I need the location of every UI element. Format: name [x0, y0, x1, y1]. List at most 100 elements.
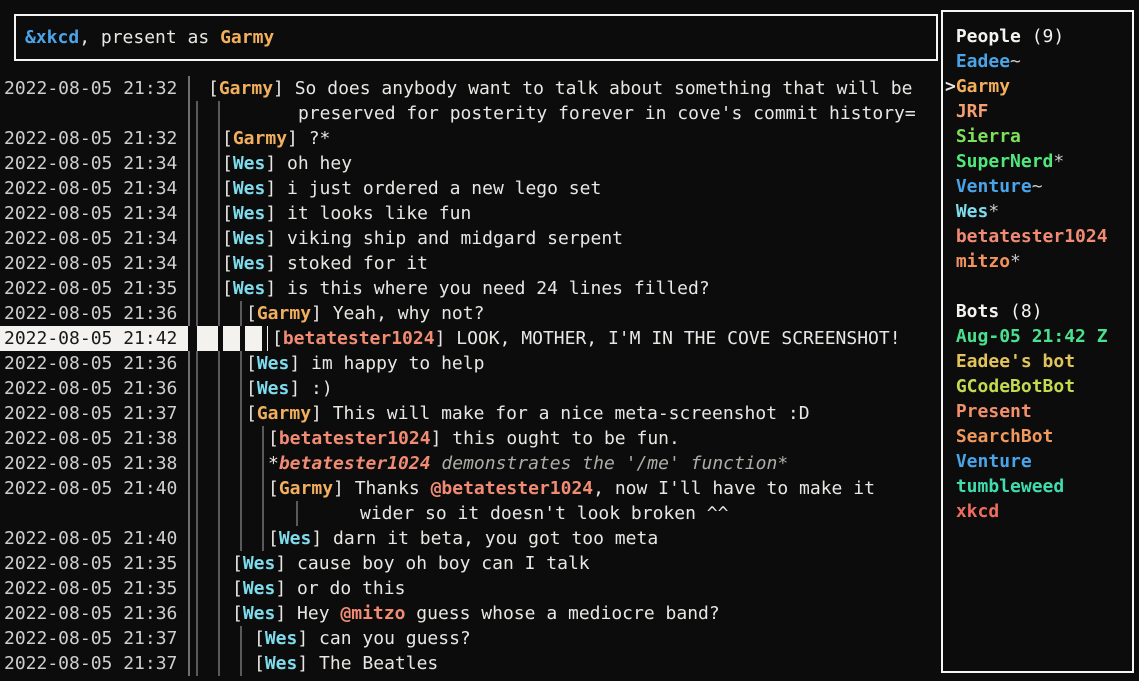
person-item[interactable]: >Garmy [945, 74, 1132, 99]
chat-row-selected[interactable]: 2022-08-05 21:42[betatester1024] LOOK, M… [0, 326, 939, 351]
chat-row[interactable]: 2022-08-05 21:34[Wes] stoked for it [0, 251, 939, 276]
nick-bracket: [ [232, 578, 243, 599]
bot-item[interactable]: Venture [945, 449, 1132, 474]
bot-item[interactable]: Present [945, 399, 1132, 424]
timestamp-divider [188, 151, 190, 176]
timestamp-divider [188, 576, 190, 601]
indent-guide [218, 401, 220, 426]
person-item[interactable]: SuperNerd* [945, 149, 1132, 174]
nick-bracket: ] [275, 553, 297, 574]
roster-prefix [945, 151, 956, 172]
nick-bracket: [ [268, 528, 279, 549]
nick-bracket: ] [435, 328, 457, 349]
nick-bracket: [ [272, 328, 283, 349]
indent-guide [240, 326, 245, 351]
message-text: :) [311, 378, 333, 399]
chat-row[interactable]: preserved for posterity forever in cove'… [0, 101, 939, 126]
timestamp-divider [188, 226, 190, 251]
roster-name: SuperNerd [956, 151, 1054, 172]
chat-log[interactable]: 2022-08-05 21:32[Garmy] So does anybody … [0, 76, 939, 681]
chat-row[interactable]: 2022-08-05 21:34[Wes] it looks like fun [0, 201, 939, 226]
bot-item[interactable]: Eadee's bot [945, 349, 1132, 374]
indent-guide [196, 426, 198, 451]
chat-row[interactable]: 2022-08-05 21:34[Wes] i just ordered a n… [0, 176, 939, 201]
chat-row[interactable]: 2022-08-05 21:35[Wes] cause boy oh boy c… [0, 551, 939, 576]
timestamp: 2022-08-05 21:32 [4, 76, 177, 101]
bot-item[interactable]: GCodeBotBot [945, 374, 1132, 399]
indent-guide [218, 626, 220, 651]
bot-item[interactable]: xkcd [945, 499, 1132, 524]
chat-row[interactable]: 2022-08-05 21:37[Wes] The Beatles [0, 651, 939, 676]
indent-guide [218, 151, 220, 176]
indent-guide [196, 501, 198, 526]
nick-bracket: ] [265, 228, 287, 249]
person-item[interactable]: Eadee~ [945, 49, 1132, 74]
chat-row[interactable]: 2022-08-05 21:36[Wes] im happy to help [0, 351, 939, 376]
indent-guide [240, 626, 242, 651]
timestamp-divider [188, 201, 190, 226]
bot-item[interactable]: Aug-05 21:42 Z [945, 324, 1132, 349]
bot-item[interactable]: SearchBot [945, 424, 1132, 449]
message: [Wes] cause boy oh boy can I talk [232, 551, 590, 576]
chat-row[interactable]: 2022-08-05 21:34[Wes] viking ship and mi… [0, 226, 939, 251]
chat-row[interactable]: 2022-08-05 21:36 [Wes] Hey @mitzo guess w… [0, 601, 939, 626]
nick-bracket: [ [254, 628, 265, 649]
indent-guide [240, 426, 242, 451]
chat-row[interactable]: 2022-08-05 21:34[Wes] oh hey [0, 151, 939, 176]
chat-row[interactable]: 2022-08-05 21:35[Wes] is this where you … [0, 276, 939, 301]
indent-guide [218, 226, 220, 251]
timestamp: 2022-08-05 21:37 [4, 401, 177, 426]
nick: Garmy [219, 78, 273, 99]
nick-bracket: ] [275, 603, 297, 624]
message-text: i just ordered a new lego set [287, 178, 601, 199]
chat-row[interactable]: 2022-08-05 21:37[Garmy] This will make f… [0, 401, 939, 426]
chat-row[interactable]: 2022-08-05 21:36[Garmy] Yeah, why not? [0, 301, 939, 326]
chat-row[interactable]: 2022-08-05 21:32[Garmy] ?* [0, 126, 939, 151]
roster-status-suffix: * [988, 201, 999, 222]
roster-status-suffix: * [1053, 151, 1064, 172]
message: [Wes] darn it beta, you got too meta [268, 526, 658, 551]
person-item[interactable]: Wes* [945, 199, 1132, 224]
message: [Wes] Hey @mitzo guess whose a mediocre … [232, 601, 720, 626]
message-text: So does anybody want to talk about somet… [295, 78, 913, 99]
chat-row[interactable]: 2022-08-05 21:36[Wes] :) [0, 376, 939, 401]
person-item[interactable]: Sierra [945, 124, 1132, 149]
chat-row[interactable]: 2022-08-05 21:38*betatester1024 demonstr… [0, 451, 939, 476]
timestamp: 2022-08-05 21:36 [4, 601, 177, 626]
message: [Wes] or do this [232, 576, 405, 601]
roster-prefix [945, 226, 956, 247]
message: [Garmy] So does anybody want to talk abo… [208, 76, 912, 101]
timestamp: 2022-08-05 21:36 [4, 351, 177, 376]
chat-row[interactable]: wider so it doesn't look broken ^^ [0, 501, 939, 526]
person-item[interactable]: mitzo* [945, 249, 1132, 274]
indent-guide [196, 626, 198, 651]
chat-row[interactable]: 2022-08-05 21:32 [Garmy] So does anybody … [0, 76, 939, 101]
message: [Wes] stoked for it [222, 251, 428, 276]
timestamp: 2022-08-05 21:34 [4, 151, 177, 176]
indent-guide [196, 351, 198, 376]
nick: Garmy [257, 303, 311, 324]
indent-guide [218, 276, 220, 301]
chat-row[interactable]: 2022-08-05 21:38[betatester1024] this ou… [0, 426, 939, 451]
timestamp-divider [188, 351, 190, 376]
nick: Wes [233, 203, 266, 224]
chat-row[interactable]: 2022-08-05 21:37[Wes] can you guess? [0, 626, 939, 651]
chat-row[interactable]: 2022-08-05 21:40[Garmy] Thanks @betatest… [0, 476, 939, 501]
message-text: is this where you need 24 lines filled? [287, 278, 710, 299]
indent-guide [240, 526, 242, 551]
bot-item[interactable]: tumbleweed [945, 474, 1132, 499]
person-item[interactable]: betatester1024 [945, 224, 1132, 249]
roster-prefix [945, 201, 956, 222]
roster-name: Venture [956, 176, 1032, 197]
roster-status-suffix: ~ [1032, 176, 1043, 197]
chat-row[interactable]: 2022-08-05 21:40[Wes] darn it beta, you … [0, 526, 939, 551]
chat-row[interactable]: 2022-08-05 21:35[Wes] or do this [0, 576, 939, 601]
person-item[interactable]: JRF [945, 99, 1132, 124]
nick-bracket: ] [265, 278, 287, 299]
roster-name: betatester1024 [956, 226, 1108, 247]
nick-bracket: [ [222, 178, 233, 199]
nick: Wes [243, 578, 276, 599]
person-item[interactable]: Venture~ [945, 174, 1132, 199]
indent-guide [218, 351, 220, 376]
message-text: oh hey [287, 153, 352, 174]
